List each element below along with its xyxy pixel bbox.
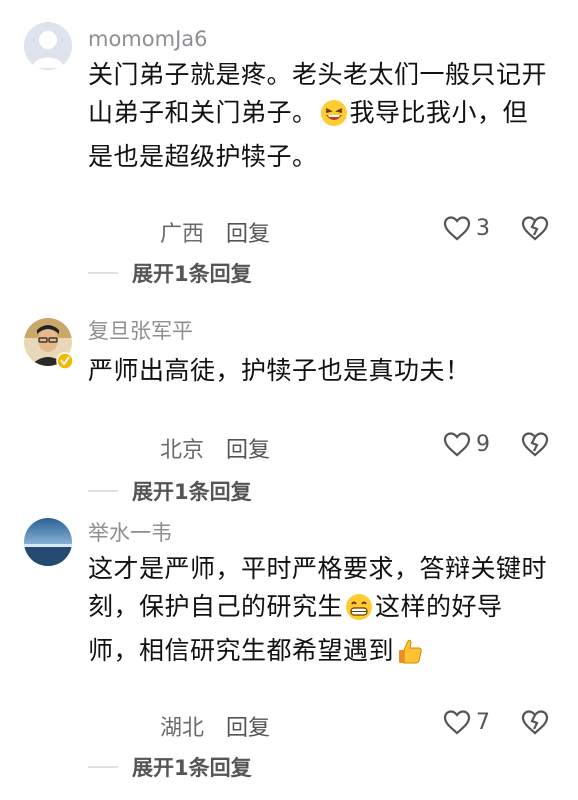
username[interactable]: 举水一韦	[88, 520, 172, 546]
verified-badge-icon	[56, 352, 74, 370]
expand-replies-button[interactable]: 展开1条回复	[88, 258, 388, 288]
landscape-avatar	[24, 518, 72, 566]
divider-line	[88, 272, 118, 274]
broken-heart-icon[interactable]	[520, 214, 550, 242]
expand-replies-label: 展开1条回复	[132, 262, 252, 286]
divider-line	[88, 490, 118, 492]
comment-meta: 广西 回复 3	[0, 212, 578, 248]
broken-heart-icon[interactable]	[520, 430, 550, 458]
expand-replies-label: 展开1条回复	[132, 756, 252, 780]
comment-text-part: 严师出高徒，护犊子也是真功夫！	[88, 356, 471, 385]
comment-item: momomJa6 关门弟子就是疼。老头老太们一般只记开山弟子和关门弟子。 我导比我…	[0, 0, 578, 300]
comment-meta: 北京 回复 9	[0, 428, 578, 464]
default-avatar-icon	[24, 22, 72, 70]
comment-meta: 湖北 回复 7	[0, 706, 578, 742]
laughing-emoji-icon	[320, 99, 348, 138]
reply-button[interactable]: 回复	[226, 432, 270, 464]
heart-icon	[443, 710, 471, 735]
like-count: 9	[476, 432, 490, 457]
comment-text: 这才是严师，平时严格要求，答辩关键时刻，保护自己的研究生 这样的好导师，相信研究生…	[88, 550, 548, 676]
avatar[interactable]	[24, 22, 72, 70]
reply-button[interactable]: 回复	[226, 710, 270, 742]
heart-icon	[443, 432, 471, 457]
location-label: 北京	[160, 438, 205, 463]
avatar[interactable]	[24, 518, 72, 566]
reply-button[interactable]: 回复	[226, 216, 270, 248]
broken-heart-icon[interactable]	[520, 708, 550, 736]
comment-item: 举水一韦 这才是严师，平时严格要求，答辩关键时刻，保护自己的研究生 这样的好导师，…	[0, 510, 578, 800]
username[interactable]: 复旦张军平	[88, 318, 193, 344]
expand-replies-button[interactable]: 展开1条回复	[88, 476, 388, 506]
location-label: 广西	[160, 222, 205, 247]
heart-icon	[443, 216, 471, 241]
like-count: 3	[476, 216, 490, 241]
like-count: 7	[476, 710, 490, 735]
thumbs-up-emoji-icon	[396, 637, 424, 676]
divider-line	[88, 766, 118, 768]
comment-text: 关门弟子就是疼。老头老太们一般只记开山弟子和关门弟子。 我导比我小，但是也是超级护…	[88, 56, 548, 176]
expand-replies-label: 展开1条回复	[132, 480, 252, 504]
grinning-emoji-icon	[345, 593, 373, 632]
expand-replies-button[interactable]: 展开1条回复	[88, 752, 388, 782]
comment-text: 严师出高徒，护犊子也是真功夫！	[88, 352, 548, 390]
comment-item: 复旦张军平 严师出高徒，护犊子也是真功夫！ 北京 回复 9 展开1条回复	[0, 300, 578, 510]
username[interactable]: momomJa6	[88, 26, 208, 52]
location-label: 湖北	[160, 716, 205, 741]
